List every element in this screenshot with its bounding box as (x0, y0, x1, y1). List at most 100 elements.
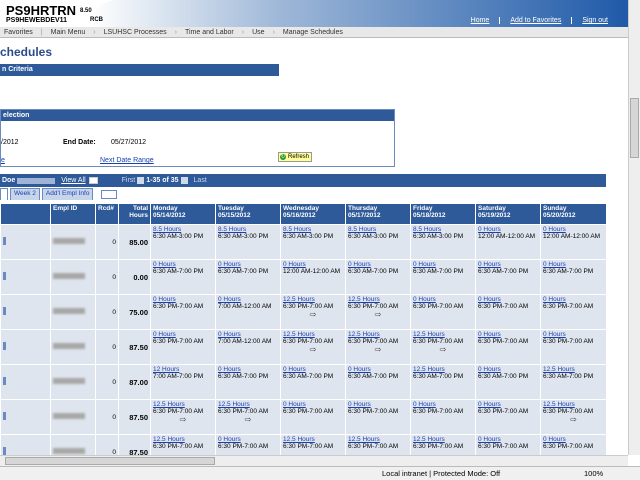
breadcrumb-main-menu[interactable]: Main Menu (47, 29, 90, 36)
hours-link[interactable]: 12.5 Hours (348, 436, 408, 443)
hours-link[interactable]: 8.5 Hours (348, 226, 408, 233)
hours-link[interactable]: 0 Hours (218, 331, 278, 338)
home-link[interactable]: Home (461, 17, 500, 24)
hours-link[interactable]: 0 Hours (218, 436, 278, 443)
hours-link[interactable]: 8.5 Hours (413, 226, 473, 233)
hours-link[interactable]: 0 Hours (153, 296, 213, 303)
hours-link[interactable]: 12.5 Hours (348, 331, 408, 338)
breadcrumb-lsuhsc[interactable]: LSUHSC Processes (100, 29, 171, 36)
previous-date-range-link[interactable]: e (1, 157, 5, 164)
tab-addl-empl-info[interactable]: Add'l Empl Info (41, 188, 94, 200)
arrow-right-icon[interactable]: ⇨ (283, 310, 343, 319)
hours-link[interactable]: 0 Hours (478, 261, 538, 268)
hours-link[interactable]: 0 Hours (283, 261, 343, 268)
hours-link[interactable]: 0 Hours (478, 226, 538, 233)
arrow-right-icon[interactable]: ⇨ (543, 415, 604, 424)
first-link[interactable]: First (122, 177, 136, 184)
hours-link[interactable]: 12.5 Hours (153, 401, 213, 408)
hours-link[interactable]: 0 Hours (478, 436, 538, 443)
hours-link[interactable]: 0 Hours (283, 366, 343, 373)
day-column-header[interactable]: Wednesday 05/16/2012 (280, 203, 346, 225)
hours-link[interactable]: 12.5 Hours (283, 331, 343, 338)
day-column-header[interactable]: Sunday 05/20/2012 (540, 203, 607, 225)
arrow-right-icon[interactable]: ⇨ (348, 310, 408, 319)
next-date-range-link[interactable]: Next Date Range (100, 157, 154, 164)
hours-link[interactable]: 0 Hours (543, 296, 604, 303)
employee-name-cell[interactable] (0, 399, 51, 435)
view-all-link[interactable]: View All (61, 177, 85, 184)
hours-link[interactable]: 0 Hours (348, 401, 408, 408)
sign-out-link[interactable]: Sign out (571, 17, 618, 24)
tab-week-2[interactable]: Week 2 (10, 188, 40, 200)
arrow-right-icon[interactable]: ⇨ (283, 345, 343, 354)
hours-link[interactable]: 12.5 Hours (283, 436, 343, 443)
hours-link[interactable]: 12.5 Hours (543, 366, 604, 373)
add-to-favorites-link[interactable]: Add to Favorites (499, 17, 571, 24)
tab-week-1[interactable] (0, 188, 8, 200)
hours-link[interactable]: 0 Hours (478, 296, 538, 303)
breadcrumb-favorites[interactable]: Favorites (0, 29, 37, 36)
zoom-grid-icon[interactable] (88, 177, 98, 184)
breadcrumb-time-labor[interactable]: Time and Labor (181, 29, 238, 36)
hours-link[interactable]: 0 Hours (218, 261, 278, 268)
hours-link[interactable]: 0 Hours (478, 331, 538, 338)
hours-link[interactable]: 12.5 Hours (283, 296, 343, 303)
arrow-right-icon[interactable]: ⇨ (153, 415, 213, 424)
breadcrumb-use[interactable]: Use (248, 29, 268, 36)
hours-link[interactable]: 0 Hours (478, 366, 538, 373)
day-column-header[interactable]: Friday 05/18/2012 (410, 203, 476, 225)
hours-link[interactable]: 0 Hours (543, 331, 604, 338)
hours-link[interactable]: 0 Hours (413, 401, 473, 408)
employee-name-cell[interactable] (0, 224, 51, 260)
hours-link[interactable]: 12.5 Hours (348, 296, 408, 303)
hours-link[interactable]: 8.5 Hours (218, 226, 278, 233)
empl-id-column-header[interactable]: Empl ID (50, 203, 96, 225)
employee-name-cell[interactable] (0, 259, 51, 295)
hours-link[interactable]: 12.5 Hours (218, 401, 278, 408)
hours-link[interactable]: 8.5 Hours (153, 226, 213, 233)
hours-link[interactable]: 0 Hours (283, 401, 343, 408)
hours-link[interactable]: 12.5 Hours (413, 436, 473, 443)
employee-name-cell[interactable] (0, 294, 51, 330)
horizontal-scroll-thumb[interactable] (5, 457, 215, 465)
hours-link[interactable]: 0 Hours (218, 296, 278, 303)
hours-link[interactable]: 0 Hours (543, 226, 604, 233)
employee-name-cell[interactable] (0, 329, 51, 365)
hours-link[interactable]: 8.5 Hours (283, 226, 343, 233)
day-column-header[interactable]: Monday 05/14/2012 (150, 203, 216, 225)
last-link[interactable]: Last (194, 177, 207, 184)
criteria-header[interactable]: n Criteria (0, 64, 279, 76)
vertical-scroll-thumb[interactable] (630, 98, 639, 158)
day-column-header[interactable]: Thursday 05/17/2012 (345, 203, 411, 225)
next-icon[interactable] (180, 177, 188, 184)
refresh-button[interactable]: ↻ Refresh (278, 152, 312, 162)
hours-link[interactable]: 0 Hours (413, 296, 473, 303)
hours-link[interactable]: 0 Hours (218, 366, 278, 373)
hours-link[interactable]: 12.5 Hours (413, 366, 473, 373)
hours-link[interactable]: 0 Hours (543, 436, 604, 443)
total-hours-column-header[interactable]: Total Hours (118, 203, 151, 225)
breadcrumb-manage-schedules[interactable]: Manage Schedules (279, 29, 347, 36)
hours-link[interactable]: 12 Hours (153, 366, 213, 373)
hours-link[interactable]: 0 Hours (348, 261, 408, 268)
hours-link[interactable]: 0 Hours (348, 366, 408, 373)
vertical-scrollbar[interactable] (628, 0, 640, 455)
hours-link[interactable]: 0 Hours (153, 261, 213, 268)
arrow-right-icon[interactable]: ⇨ (348, 345, 408, 354)
rcd-column-header[interactable]: Rcd# (95, 203, 119, 225)
hours-link[interactable]: 0 Hours (478, 401, 538, 408)
hours-link[interactable]: 0 Hours (153, 331, 213, 338)
day-column-header[interactable]: Tuesday 05/15/2012 (215, 203, 281, 225)
hours-link[interactable]: 12.5 Hours (543, 401, 604, 408)
day-column-header[interactable]: Saturday 05/19/2012 (475, 203, 541, 225)
zoom-level[interactable]: 100% (584, 469, 603, 478)
hours-link[interactable]: 0 Hours (543, 261, 604, 268)
employee-name-cell[interactable] (0, 364, 51, 400)
show-all-columns-icon[interactable] (101, 190, 118, 199)
hours-link[interactable]: 0 Hours (413, 261, 473, 268)
arrow-right-icon[interactable]: ⇨ (218, 415, 278, 424)
hours-link[interactable]: 12.5 Hours (153, 436, 213, 443)
hours-link[interactable]: 12.5 Hours (413, 331, 473, 338)
previous-icon[interactable] (137, 177, 145, 184)
arrow-right-icon[interactable]: ⇨ (413, 345, 473, 354)
